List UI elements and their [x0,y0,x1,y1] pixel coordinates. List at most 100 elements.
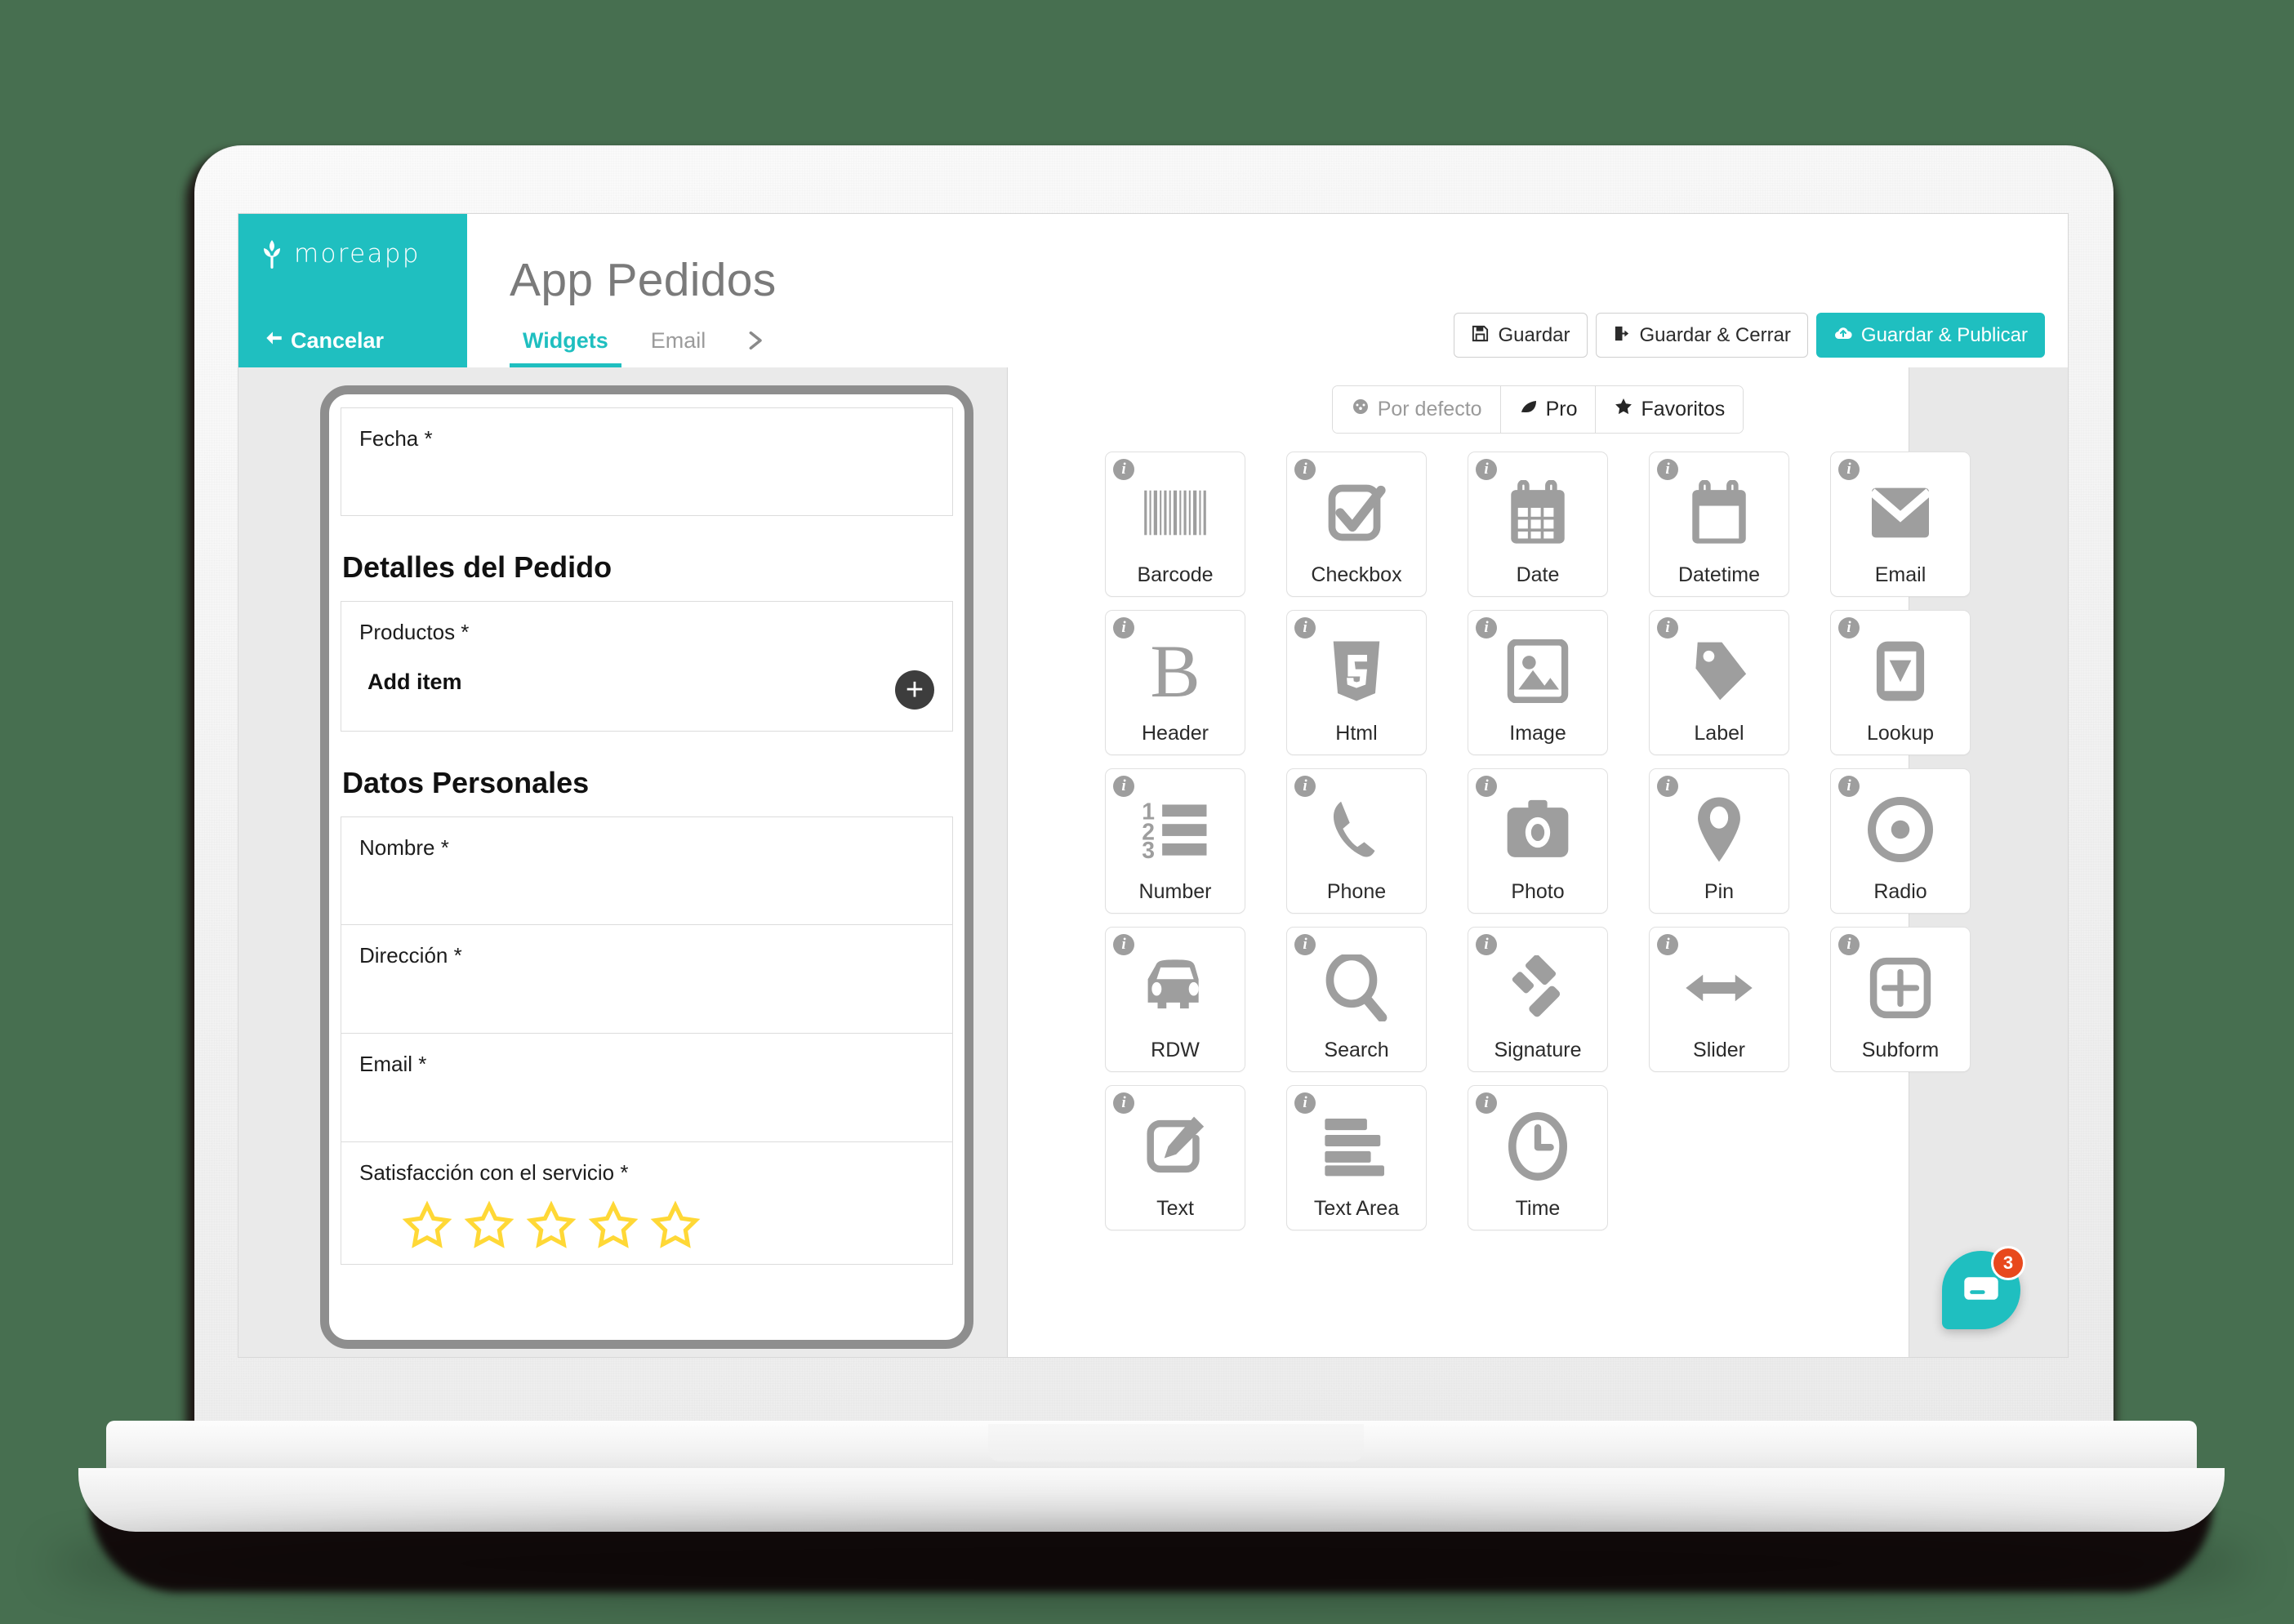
info-icon[interactable]: i [1294,1092,1316,1114]
info-icon[interactable]: i [1476,1092,1497,1114]
save-button[interactable]: Guardar [1454,313,1588,358]
info-icon[interactable]: i [1294,459,1316,480]
radio-circle-icon [1868,792,1933,867]
puzzle-icon [1351,397,1370,422]
save-and-publish-button[interactable]: Guardar & Publicar [1815,313,2045,358]
info-icon[interactable]: i [1476,934,1497,955]
star-icon[interactable] [526,1200,577,1251]
info-icon[interactable]: i [1113,1092,1134,1114]
widget-library-pane: Por defecto Pro Favoritos i Barcode i Ch… [1008,367,2068,1357]
widget-card-text-area[interactable]: i Text Area [1286,1085,1427,1230]
info-icon[interactable]: i [1476,459,1497,480]
widget-label: Signature [1494,1039,1582,1061]
chat-launcher-button[interactable]: 3 [1942,1246,2025,1329]
star-icon [1614,397,1633,422]
widget-card-html[interactable]: i Html [1286,610,1427,755]
widget-label: Radio [1873,880,1927,903]
laptop-drop-shadow [49,1527,2254,1600]
info-icon[interactable]: i [1476,617,1497,638]
star-rating[interactable] [359,1186,934,1251]
widget-card-label[interactable]: i Label [1649,610,1789,755]
preview-field-direccion[interactable]: Dirección * [341,925,953,1034]
widget-card-search[interactable]: i Search [1286,927,1427,1072]
info-icon[interactable]: i [1294,934,1316,955]
filter-por-defecto[interactable]: Por defecto [1332,386,1501,433]
filter-pro[interactable]: Pro [1500,386,1597,433]
widget-card-time[interactable]: i Time [1468,1085,1608,1230]
star-icon[interactable] [464,1200,514,1251]
widget-card-subform[interactable]: i Subform [1830,927,1971,1072]
sub-bar: Cancelar Widgets Email Guardar Guardar &… [238,313,2068,367]
star-icon[interactable] [650,1200,701,1251]
info-icon[interactable]: i [1113,934,1134,955]
widget-label: Image [1509,722,1566,745]
widget-card-phone[interactable]: i Phone [1286,768,1427,914]
save-and-close-button[interactable]: Guardar & Cerrar [1595,313,1808,358]
info-icon[interactable]: i [1294,776,1316,797]
widget-card-datetime[interactable]: i Datetime [1649,452,1789,597]
widget-card-email[interactable]: i Email [1830,452,1971,597]
widget-card-photo[interactable]: i Photo [1468,768,1608,914]
info-icon[interactable]: i [1838,617,1860,638]
info-icon[interactable]: i [1657,617,1678,638]
preview-field-nombre[interactable]: Nombre * [341,816,953,925]
widget-card-rdw[interactable]: i RDW [1105,927,1245,1072]
widget-card-text[interactable]: i Text [1105,1085,1245,1230]
sign-out-icon [1613,324,1632,347]
info-icon[interactable]: i [1113,617,1134,638]
widget-card-pin[interactable]: i Pin [1649,768,1789,914]
info-icon[interactable]: i [1838,459,1860,480]
widget-card-signature[interactable]: i Signature [1468,927,1608,1072]
widget-card-checkbox[interactable]: i Checkbox [1286,452,1427,597]
info-icon[interactable]: i [1657,459,1678,480]
info-icon[interactable]: i [1113,459,1134,480]
widget-label: Time [1515,1197,1561,1220]
info-icon[interactable]: i [1657,934,1678,955]
widget-label: Number [1138,880,1212,903]
widget-card-date[interactable]: i Date [1468,452,1608,597]
widget-card-number[interactable]: i 1 2 3 Number [1105,768,1245,914]
tab-widgets[interactable]: Widgets [501,314,630,367]
widget-label: Text Area [1313,1197,1400,1220]
moreapp-form-builder: moreapp App Pedidos Cancelar Widgets Ema… [238,214,2068,1357]
info-icon[interactable]: i [1476,776,1497,797]
info-icon[interactable]: i [1838,776,1860,797]
plus-square-icon [1869,950,1932,1026]
preview-field-fecha[interactable]: Fecha * [341,407,953,516]
chevron-right-icon[interactable] [727,314,782,367]
widget-card-barcode[interactable]: i Barcode [1105,452,1245,597]
widget-card-header[interactable]: i B Header [1105,610,1245,755]
dropdown-icon [1873,634,1928,709]
widget-card-lookup[interactable]: i Lookup [1830,610,1971,755]
checkbox-icon [1324,475,1389,550]
cancel-button[interactable]: Cancelar [238,314,467,367]
widget-label: RDW [1151,1039,1200,1061]
filter-favoritos[interactable]: Favoritos [1596,386,1744,433]
info-icon[interactable]: i [1294,617,1316,638]
leaf-icon [1519,397,1539,422]
star-icon[interactable] [588,1200,639,1251]
preview-subform-productos[interactable]: Productos * Add item + [341,601,953,732]
info-icon[interactable]: i [1838,934,1860,955]
info-icon[interactable]: i [1113,776,1134,797]
clock-icon [1507,1109,1569,1184]
plus-circle-icon[interactable]: + [895,670,934,710]
star-icon[interactable] [402,1200,452,1251]
preview-field-satisfaccion[interactable]: Satisfacción con el servicio * [341,1142,953,1265]
widget-grid: i Barcode i Checkbox i Date i Datetime i… [1105,452,1971,1230]
save-label: Guardar [1498,323,1570,346]
html5-icon [1330,634,1383,709]
preview-field-email[interactable]: Email * [341,1034,953,1142]
calendar-blank-icon [1687,475,1751,550]
car-icon [1140,950,1210,1026]
widget-card-image[interactable]: i Image [1468,610,1608,755]
tab-email[interactable]: Email [630,314,728,367]
chat-unread-badge: 3 [1991,1246,2025,1280]
magnifier-icon [1325,950,1388,1026]
widget-card-radio[interactable]: i Radio [1830,768,1971,914]
widget-card-slider[interactable]: i Slider [1649,927,1789,1072]
info-icon[interactable]: i [1657,776,1678,797]
field-label: Satisfacción con el servicio * [359,1160,629,1185]
bold-b-icon: B [1150,629,1200,713]
camera-icon [1503,792,1572,867]
